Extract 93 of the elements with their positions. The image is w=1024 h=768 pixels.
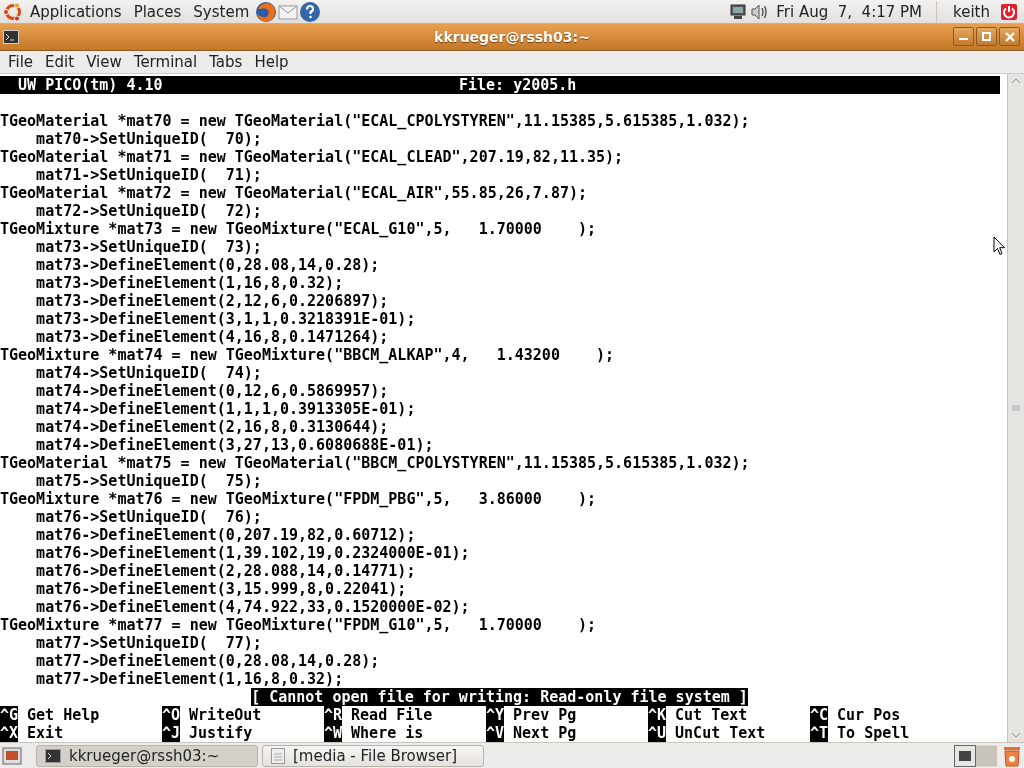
shortcut-key: ^V <box>486 724 505 742</box>
code-line: mat76->DefineElement(0,207.19,82,0.60712); <box>35 526 416 544</box>
terminal-icon <box>45 748 61 763</box>
clock[interactable]: Fri Aug 7, 4:17 PM <box>772 2 927 21</box>
maximize-icon <box>982 32 991 41</box>
minimize-button[interactable] <box>953 27 974 46</box>
code-line: mat77->DefineElement(1,16,8,0.32); <box>35 670 344 688</box>
code-line: mat76->DefineElement(2,28.088,14,0.14771); <box>35 562 416 580</box>
code-line: mat70->SetUniqueID( 70); <box>35 130 262 148</box>
shortcut-label: Cut Text <box>675 706 748 724</box>
code-line: TGeoMaterial *mat70 = new TGeoMaterial("ECAL_CPOLYSTYREN",11.15385,5.615385,1.032); <box>0 112 750 130</box>
shortcut-key: ^R <box>324 706 343 724</box>
shortcut-key: ^X <box>0 724 19 742</box>
shortcut-key: ^K <box>648 706 667 724</box>
shortcut-label: Prev Pg <box>513 706 577 724</box>
show-desktop-icon[interactable] <box>2 746 22 765</box>
shortcut-label: Justify <box>189 724 253 742</box>
code-line: mat73->DefineElement(3,1,1,0.3218391E-01); <box>35 310 416 328</box>
close-icon <box>1004 31 1015 42</box>
code-line: mat73->DefineElement(2,12,6,0.2206897); <box>35 292 389 310</box>
code-line: mat74->SetUniqueID( 74); <box>35 364 262 382</box>
firefox-icon[interactable] <box>255 0 278 23</box>
shortcut-label: Where is <box>351 724 424 742</box>
shortcut-label: To Spell <box>837 724 910 742</box>
menu-item[interactable]: File <box>2 53 40 71</box>
close-button[interactable] <box>999 27 1020 46</box>
shortcut-key: ^G <box>0 706 19 724</box>
scroll-grip-icon[interactable] <box>1011 405 1021 411</box>
code-line: mat77->SetUniqueID( 77); <box>35 634 262 652</box>
workspace-switcher-icon[interactable] <box>954 744 998 767</box>
shortcut-label: Get Help <box>27 706 100 724</box>
power-icon[interactable] <box>1000 2 1018 21</box>
file-browser-icon <box>271 747 285 764</box>
window-title: kkrueger@rssh03:~ <box>434 29 591 45</box>
shortcut-label: Next Pg <box>513 724 577 742</box>
code-line: mat74->DefineElement(3,27,13,0.6080688E-01); <box>35 436 434 454</box>
code-line: mat76->DefineElement(4,74.922,33,0.1520000E-02); <box>35 598 470 616</box>
file-name: File: y2005.h <box>459 76 577 94</box>
user-name[interactable]: keith <box>947 2 996 21</box>
shortcut-key: ^J <box>162 724 181 742</box>
shortcut-label: Read File <box>351 706 433 724</box>
code-line: TGeoMaterial *mat72 = new TGeoMaterial("ECAL_AIR",55.85,26,7.87); <box>0 184 587 202</box>
maximize-button[interactable] <box>976 27 997 46</box>
code-line: mat72->SetUniqueID( 72); <box>35 202 262 220</box>
code-line: mat73->DefineElement(0,28.08,14,0.28); <box>35 256 380 274</box>
mouse-pointer-icon <box>993 236 1006 256</box>
code-line: TGeoMaterial *mat71 = new TGeoMaterial("ECAL_CLEAD",207.19,82,11.35); <box>0 148 624 166</box>
panel-menu[interactable]: System <box>187 2 256 21</box>
shortcut-label: UnCut Text <box>675 724 766 742</box>
code-line: TGeoMixture *mat77 = new TGeoMixture("FPDM_G10",5, 1.70000 ); <box>0 616 597 634</box>
panel-menu[interactable]: Applications <box>24 2 128 21</box>
code-line: TGeoMaterial *mat75 = new TGeoMaterial("BBCM_CPOLYSTYREN",11.15385,5.615385,1.032); <box>0 454 750 472</box>
menu-item[interactable]: Terminal <box>127 53 204 71</box>
shortcut-key: ^Y <box>486 706 505 724</box>
shortcut-label: Exit <box>27 724 64 742</box>
code-line: TGeoMixture *mat74 = new TGeoMixture("BBCM_ALKAP",4, 1.43200 ); <box>0 346 615 364</box>
code-line: mat73->DefineElement(4,16,8,0.1471264); <box>35 328 389 346</box>
shortcut-key: ^W <box>324 724 343 742</box>
shortcut-label: Cur Pos <box>837 706 901 724</box>
code-line: TGeoMixture *mat73 = new TGeoMixture("ECAL_G10",5, 1.70000 ); <box>0 220 597 238</box>
code-line: TGeoMixture *mat76 = new TGeoMixture("FPDM_PBG",5, 3.86000 ); <box>0 490 597 508</box>
trash-icon[interactable] <box>1002 744 1022 767</box>
code-line: mat73->DefineElement(1,16,8,0.32); <box>35 274 344 292</box>
status-message: [ Cannot open file for writing: Read-only file system ] <box>251 688 748 706</box>
taskbar-button[interactable]: [media - File Browser] <box>262 744 484 767</box>
network-icon[interactable] <box>730 2 747 21</box>
code-line: mat74->DefineElement(2,16,8,0.3130644); <box>35 418 389 436</box>
code-line: mat74->DefineElement(1,1,1,0.3913305E-01); <box>35 400 416 418</box>
taskbar-button[interactable]: kkrueger@rssh03:~ <box>36 744 258 767</box>
shortcut-key: ^O <box>162 706 181 724</box>
help-icon[interactable] <box>299 0 322 23</box>
code-line: mat76->DefineElement(3,15.999,8,0.22041); <box>35 580 407 598</box>
terminal-icon <box>3 30 19 44</box>
code-line: mat76->DefineElement(1,39.102,19,0.2324000E-01); <box>35 544 470 562</box>
shortcut-label: WriteOut <box>189 706 262 724</box>
shortcut-key: ^U <box>648 724 667 742</box>
volume-icon[interactable] <box>750 2 769 21</box>
menu-item[interactable]: Edit <box>39 53 81 71</box>
code-line: mat76->SetUniqueID( 76); <box>35 508 262 526</box>
code-line: mat71->SetUniqueID( 71); <box>35 166 262 184</box>
ubuntu-logo-icon[interactable] <box>2 0 24 23</box>
program-version: UW PICO(tm) 4.10 <box>17 76 164 94</box>
code-line: mat77->DefineElement(0,28.08,14,0.28); <box>35 652 380 670</box>
menu-item[interactable]: Tabs <box>203 53 249 71</box>
menu-item[interactable]: Help <box>248 53 295 71</box>
panel-menu[interactable]: Places <box>127 2 188 21</box>
code-line: mat73->SetUniqueID( 73); <box>35 238 262 256</box>
scrollbar[interactable] <box>1007 74 1024 742</box>
code-line: mat74->DefineElement(0,12,6,0.5869957); <box>35 382 389 400</box>
shortcut-key: ^T <box>810 724 829 742</box>
menu-item[interactable]: View <box>80 53 128 71</box>
code-line: mat75->SetUniqueID( 75); <box>35 472 262 490</box>
shortcut-key: ^C <box>810 706 829 724</box>
